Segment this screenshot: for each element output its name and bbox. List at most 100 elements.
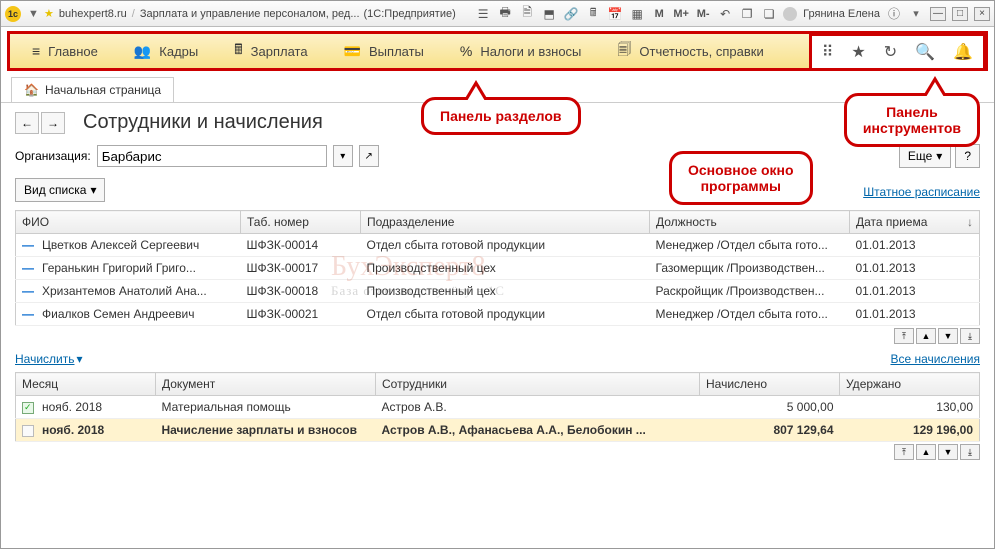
org-dropdown-button[interactable]: ▾: [333, 145, 353, 167]
row-marker-icon: —: [22, 261, 34, 275]
section-taxes-label: Налоги и взносы: [480, 44, 581, 59]
info-dropdown[interactable]: ▾: [911, 7, 921, 20]
history-icon[interactable]: ↻: [884, 42, 897, 62]
accruals-table: Месяц Документ Сотрудники Начислено Удер…: [15, 372, 980, 442]
callout-tools: Панельинструментов: [844, 93, 980, 147]
home-icon: 🏠: [24, 83, 39, 97]
maximize-button[interactable]: □: [952, 7, 968, 21]
calendar-icon[interactable]: 📅: [607, 6, 623, 22]
more-button[interactable]: Еще▾: [899, 144, 951, 168]
chevron-down-icon: ▾: [936, 149, 942, 163]
section-hr[interactable]: 👥Кадры: [116, 43, 216, 60]
col-withheld[interactable]: Удержано: [840, 373, 980, 396]
table-row[interactable]: нояб. 2018Материальная помощьАстров А.В.…: [16, 396, 980, 419]
people-icon: 👥: [134, 43, 151, 60]
section-main[interactable]: ≡ Главное: [14, 43, 116, 59]
menu-icon: ≡: [32, 43, 40, 59]
staffing-link[interactable]: Штатное расписание: [863, 185, 980, 199]
window-titlebar: 1c ▼ ★ buhexpert8.ru / Зарплата и управл…: [1, 1, 994, 27]
notifications-icon[interactable]: 🔔: [953, 42, 973, 62]
callout-sections: Панель разделов: [421, 97, 581, 135]
callout-mainwindow: Основное окнопрограммы: [669, 151, 813, 205]
table-row[interactable]: —Фиалков Семен АндреевичШФЗК-00021Отдел …: [16, 303, 980, 326]
wallet-icon: 💳: [344, 43, 361, 60]
percent-icon: %: [460, 43, 472, 59]
col-pos[interactable]: Должность: [650, 211, 850, 234]
compare-icon[interactable]: ⬒: [541, 6, 557, 22]
doc-status-icon: [22, 425, 34, 437]
info-icon[interactable]: ⓘ: [886, 6, 902, 22]
calculator-icon[interactable]: 🖩: [585, 6, 601, 22]
row-marker-icon: —: [22, 284, 34, 298]
m-minus-button[interactable]: M-: [695, 6, 711, 22]
scroll-up-button[interactable]: ▲: [916, 328, 936, 344]
m-plus-button[interactable]: M+: [673, 6, 689, 22]
col-doc[interactable]: Документ: [156, 373, 376, 396]
org-label: Организация:: [15, 149, 91, 163]
user-name[interactable]: Грянина Елена: [803, 8, 880, 20]
title-doc: Зарплата и управление персоналом, ред...: [140, 8, 360, 20]
scroll-top-button[interactable]: ⤒: [894, 444, 914, 460]
back-icon[interactable]: ↶: [717, 6, 733, 22]
scroll-top-button[interactable]: ⤒: [894, 328, 914, 344]
scroll-bottom-button[interactable]: ⤓: [960, 328, 980, 344]
nav-back-button[interactable]: ←: [15, 112, 39, 134]
scroll-up-button[interactable]: ▲: [916, 444, 936, 460]
section-salary[interactable]: 🖩Зарплата: [216, 39, 325, 63]
main-content: ← → Сотрудники и начисления Организация:…: [1, 103, 994, 476]
window-icon[interactable]: ❐: [739, 6, 755, 22]
favorite-star-icon[interactable]: ★: [44, 7, 54, 20]
employees-table: ФИО Таб. номер Подразделение Должность Д…: [15, 210, 980, 326]
col-month[interactable]: Месяц: [16, 373, 156, 396]
col-hired[interactable]: Дата приема↓: [850, 211, 980, 234]
user-avatar-icon: [783, 7, 797, 21]
tool-panel: ⠿ ★ ↻ 🔍 🔔: [809, 33, 986, 71]
accr-scroll-controls: ⤒ ▲ ▼ ⤓: [15, 444, 980, 460]
app-menu-dropdown[interactable]: ▼: [28, 8, 38, 20]
scroll-bottom-button[interactable]: ⤓: [960, 444, 980, 460]
org-input[interactable]: [97, 145, 327, 167]
table-row[interactable]: —Геранькин Григорий Григо...ШФЗК-00017Пр…: [16, 257, 980, 280]
table-row[interactable]: нояб. 2018Начисление зарплаты и взносовА…: [16, 419, 980, 442]
col-dept[interactable]: Подразделение: [361, 211, 650, 234]
accrue-link[interactable]: Начислить: [15, 352, 74, 366]
favorites-icon[interactable]: ★: [851, 42, 865, 62]
title-app: (1С:Предприятие): [364, 8, 456, 20]
section-reports[interactable]: 🗐Отчетность, справки: [599, 39, 781, 63]
doc-status-icon: [22, 402, 34, 414]
m-button[interactable]: M: [651, 6, 667, 22]
print-icon[interactable]: 🖶: [497, 6, 513, 22]
section-taxes[interactable]: % Налоги и взносы: [442, 43, 600, 59]
minimize-button[interactable]: —: [930, 7, 946, 21]
search-icon[interactable]: 🔍: [915, 42, 935, 62]
col-emp[interactable]: Сотрудники: [376, 373, 700, 396]
col-tab[interactable]: Таб. номер: [241, 211, 361, 234]
col-accrued[interactable]: Начислено: [700, 373, 840, 396]
org-open-button[interactable]: ↗: [359, 145, 379, 167]
col-fio[interactable]: ФИО: [16, 211, 241, 234]
grid-icon[interactable]: ▦: [629, 6, 645, 22]
table-row[interactable]: —Хризантемов Анатолий Ана...ШФЗК-00018Пр…: [16, 280, 980, 303]
toolbar-icon[interactable]: ☰: [475, 6, 491, 22]
apps-icon[interactable]: ⠿: [822, 42, 834, 62]
list-mode-button[interactable]: Вид списка ▾: [15, 178, 105, 202]
nav-forward-button[interactable]: →: [41, 112, 65, 134]
link-icon[interactable]: 🔗: [563, 6, 579, 22]
scroll-down-button[interactable]: ▼: [938, 328, 958, 344]
list-mode-label: Вид списка: [24, 183, 86, 197]
table-row[interactable]: —Цветков Алексей СергеевичШФЗК-00014Отде…: [16, 234, 980, 257]
tab-home[interactable]: 🏠 Начальная страница: [11, 77, 174, 102]
preview-icon[interactable]: 🗎: [519, 6, 535, 22]
scroll-down-button[interactable]: ▼: [938, 444, 958, 460]
section-main-label: Главное: [48, 44, 98, 59]
chevron-down-icon: ▾: [76, 352, 82, 366]
sort-asc-icon: ↓: [967, 215, 973, 229]
windows-icon[interactable]: ❏: [761, 6, 777, 22]
chevron-down-icon: ▾: [90, 183, 96, 197]
section-payouts[interactable]: 💳 Выплаты: [326, 43, 442, 60]
all-accruals-link[interactable]: Все начисления: [890, 352, 980, 366]
close-button[interactable]: ×: [974, 7, 990, 21]
help-button[interactable]: ?: [955, 144, 980, 168]
app-logo-icon: 1c: [5, 6, 21, 22]
section-payouts-label: Выплаты: [369, 44, 424, 59]
